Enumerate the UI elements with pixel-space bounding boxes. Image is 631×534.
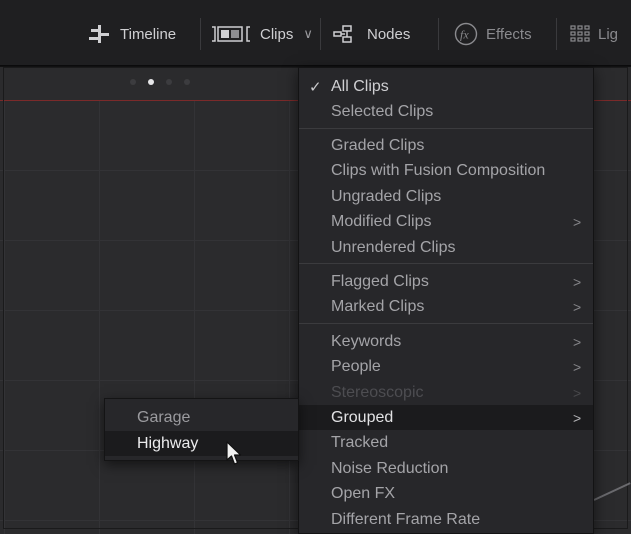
menu-item-label: Keywords xyxy=(331,332,402,350)
menu-separator xyxy=(299,128,593,129)
chevron-right-icon: > xyxy=(573,358,582,375)
menu-item-label: Noise Reduction xyxy=(331,459,449,477)
svg-text:fx: fx xyxy=(460,28,469,42)
menu-item-label: Graded Clips xyxy=(331,136,425,154)
submenu-item-label: Garage xyxy=(137,408,191,426)
chevron-right-icon: > xyxy=(573,298,582,315)
menu-item-label: Ungraded Clips xyxy=(331,187,442,205)
menu-item-label: Flagged Clips xyxy=(331,272,429,290)
toolbar-divider xyxy=(320,18,321,50)
checkmark-icon: ✓ xyxy=(309,78,322,96)
resolve-color-page: Timeline Clips ∨ Nodes fx Effects Lig ✓ … xyxy=(0,0,631,534)
toolbar-divider xyxy=(438,18,439,50)
menu-item-selected-clips[interactable]: Selected Clips xyxy=(299,99,593,124)
toolbar-divider xyxy=(200,18,201,50)
page-dot[interactable] xyxy=(130,79,136,85)
timeline-icon xyxy=(89,25,109,43)
clips-button[interactable]: Clips ∨ xyxy=(210,22,313,46)
lightbox-button[interactable]: Lig xyxy=(570,22,618,46)
chevron-right-icon: > xyxy=(573,273,582,290)
chevron-right-icon: > xyxy=(573,333,582,350)
menu-item-people[interactable]: People > xyxy=(299,354,593,379)
chevron-right-icon: > xyxy=(573,213,582,230)
menu-item-label: People xyxy=(331,357,381,375)
menu-item-label: Clips with Fusion Composition xyxy=(331,161,546,179)
menu-item-grouped[interactable]: Grouped > xyxy=(299,405,593,430)
submenu-item-garage[interactable]: Garage xyxy=(105,405,298,430)
menu-item-all-clips[interactable]: ✓ All Clips xyxy=(299,74,593,99)
menu-separator xyxy=(299,323,593,324)
lightbox-icon xyxy=(570,25,590,42)
menu-item-label: Marked Clips xyxy=(331,297,425,315)
menu-item-label: Unrendered Clips xyxy=(331,238,456,256)
menu-item-label: Open FX xyxy=(331,484,396,502)
menu-separator xyxy=(299,263,593,264)
timeline-label: Timeline xyxy=(120,25,177,43)
effects-label: Effects xyxy=(486,25,532,43)
top-toolbar: Timeline Clips ∨ Nodes fx Effects Lig xyxy=(0,0,631,66)
menu-item-modified-clips[interactable]: Modified Clips > xyxy=(299,209,593,234)
effects-button[interactable]: fx Effects xyxy=(454,22,532,46)
menu-item-fusion-clips[interactable]: Clips with Fusion Composition xyxy=(299,158,593,183)
nodes-button[interactable]: Nodes xyxy=(333,22,410,46)
submenu-item-highway[interactable]: Highway xyxy=(105,431,298,456)
menu-item-label: Stereoscopic xyxy=(331,383,424,401)
fx-icon: fx xyxy=(454,22,478,46)
menu-item-graded-clips[interactable]: Graded Clips xyxy=(299,133,593,158)
menu-item-open-fx[interactable]: Open FX xyxy=(299,481,593,506)
menu-item-keywords[interactable]: Keywords > xyxy=(299,329,593,354)
page-dot-active[interactable] xyxy=(148,79,154,85)
menu-item-label: Different Frame Rate xyxy=(331,510,481,528)
page-dots xyxy=(130,79,190,85)
menu-item-ungraded-clips[interactable]: Ungraded Clips xyxy=(299,184,593,209)
submenu-item-label: Highway xyxy=(137,434,199,452)
grouped-submenu: Garage Highway xyxy=(104,398,299,461)
menu-item-label: Modified Clips xyxy=(331,212,432,230)
timeline-button[interactable]: Timeline xyxy=(88,22,176,46)
menu-item-stereoscopic: Stereoscopic > xyxy=(299,380,593,405)
nodes-label: Nodes xyxy=(367,25,411,43)
menu-item-flagged-clips[interactable]: Flagged Clips > xyxy=(299,269,593,294)
clips-filter-menu: ✓ All Clips Selected Clips Graded Clips … xyxy=(298,67,594,534)
menu-item-marked-clips[interactable]: Marked Clips > xyxy=(299,294,593,319)
menu-item-unrendered-clips[interactable]: Unrendered Clips xyxy=(299,235,593,260)
lightbox-label: Lig xyxy=(598,25,619,43)
menu-item-label: Grouped xyxy=(331,408,394,426)
menu-item-label: Tracked xyxy=(331,433,389,451)
menu-item-label: Selected Clips xyxy=(331,102,434,120)
page-dot[interactable] xyxy=(184,79,190,85)
page-dot[interactable] xyxy=(166,79,172,85)
menu-item-tracked[interactable]: Tracked xyxy=(299,430,593,455)
chevron-right-icon: > xyxy=(573,384,582,401)
chevron-right-icon: > xyxy=(573,409,582,426)
menu-item-noise-reduction[interactable]: Noise Reduction xyxy=(299,456,593,481)
toolbar-divider xyxy=(556,18,557,50)
nodes-icon xyxy=(333,25,352,43)
chevron-down-icon: ∨ xyxy=(303,26,313,41)
clips-label: Clips xyxy=(260,25,294,43)
menu-item-label: All Clips xyxy=(331,77,389,95)
menu-item-different-frame-rate[interactable]: Different Frame Rate xyxy=(299,507,593,532)
clips-icon xyxy=(212,26,250,42)
